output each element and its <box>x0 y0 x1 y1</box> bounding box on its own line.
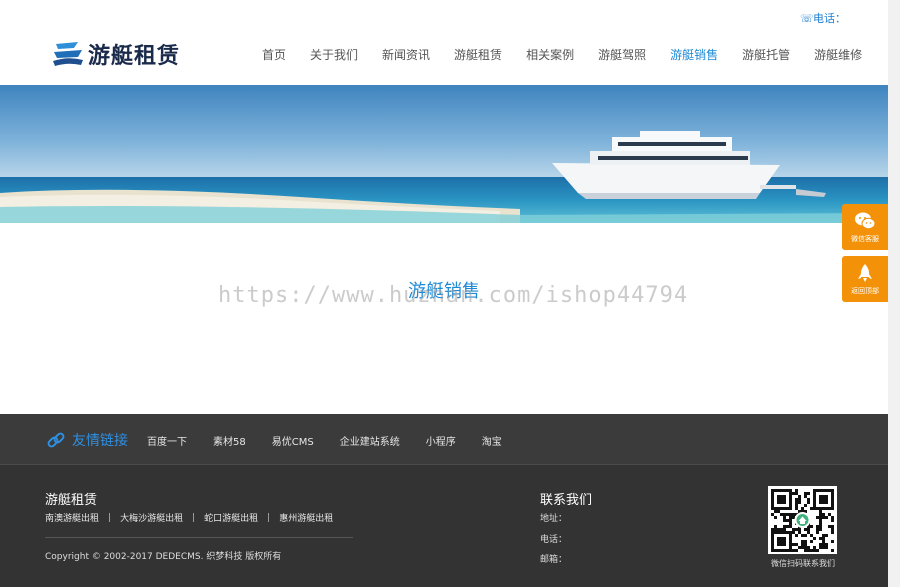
contact-address: 地址： <box>540 514 568 524</box>
phone-info: ☏ 电话： <box>800 10 846 26</box>
footer-link[interactable]: 大梅沙游艇出租 <box>120 511 183 524</box>
nav-item[interactable]: 关于我们 <box>310 46 358 63</box>
nav-item[interactable]: 游艇租赁 <box>454 46 502 63</box>
nav-item[interactable]: 游艇驾照 <box>598 46 646 63</box>
footer-link-separator: | <box>267 512 271 523</box>
footer-link[interactable]: 南澳游艇出租 <box>45 511 99 524</box>
banner-image <box>0 85 888 223</box>
nav-item[interactable]: 相关案例 <box>526 46 574 63</box>
friend-link[interactable]: 素材58 <box>213 433 246 448</box>
friend-link[interactable]: 易优CMS <box>272 433 314 448</box>
qr-label: 微信扫码联系我们 <box>771 559 835 568</box>
friend-link[interactable]: 淘宝 <box>482 433 502 448</box>
header: ☏ 电话： 游艇租赁 首页 关于我们 新闻资讯 游艇租赁 相关案例 游艇驾照 游艇销售 游艇托… <box>0 0 888 85</box>
banner <box>0 85 888 223</box>
nav-item[interactable]: 游艇托管 <box>742 46 790 63</box>
contact-title: 联系我们 <box>540 493 593 508</box>
yacht-logo-icon <box>53 42 83 66</box>
friend-links-header: 友情链接 <box>46 430 128 450</box>
logo-text: 游艇租赁 <box>88 44 181 69</box>
footer: 游艇租赁 南澳游艇出租 | 大梅沙游艇出租 | 蛇口游艇出租 | 惠州游艇出租 Copyri… <box>0 464 888 587</box>
contact-phone: 电话： <box>540 535 568 545</box>
wechat-service-button[interactable]: 微信客服 <box>842 204 888 250</box>
back-to-top-label: 返回顶部 <box>851 287 879 295</box>
friend-links-title: 友情链接 <box>72 433 128 449</box>
chain-link-icon <box>47 432 65 448</box>
footer-link-separator: | <box>192 512 196 523</box>
footer-title: 游艇租赁 <box>45 493 98 508</box>
phone-icon: ☏ <box>800 11 814 25</box>
friend-link[interactable]: 小程序 <box>426 433 456 448</box>
nav-item[interactable]: 游艇维修 <box>814 46 862 63</box>
footer-divider <box>45 537 353 538</box>
friend-link[interactable]: 企业建站系统 <box>340 433 400 448</box>
footer-link-separator: | <box>108 512 112 523</box>
nav-item[interactable]: 新闻资讯 <box>382 46 430 63</box>
friend-link[interactable]: 百度一下 <box>147 433 187 448</box>
page-scrollbar[interactable] <box>888 0 900 587</box>
page: ☏ 电话： 游艇租赁 首页 关于我们 新闻资讯 游艇租赁 相关案例 游艇驾照 游艇销售 游艇托… <box>0 0 888 587</box>
copyright-text: Copyright © 2002-2017 DEDECMS. 织梦科技 版权所有 <box>45 552 282 562</box>
main-nav: 首页 关于我们 新闻资讯 游艇租赁 相关案例 游艇驾照 游艇销售 游艇托管 游艇维修 <box>262 46 886 63</box>
qr-code <box>768 486 837 554</box>
wechat-service-label: 微信客服 <box>851 235 879 243</box>
friend-links-list: 百度一下 素材58 易优CMS 企业建站系统 小程序 淘宝 <box>147 433 528 448</box>
wechat-icon <box>855 212 876 230</box>
nav-item[interactable]: 游艇销售 <box>670 46 718 63</box>
phone-label: 电话： <box>813 12 846 25</box>
watermark-text: https://www.huzhan.com/ishop44794 <box>218 283 689 308</box>
contact-email: 邮箱： <box>540 555 568 565</box>
logo[interactable]: 游艇租赁 <box>52 38 180 70</box>
footer-link[interactable]: 惠州游艇出租 <box>279 511 333 524</box>
rocket-icon <box>858 264 872 282</box>
footer-links: 南澳游艇出租 | 大梅沙游艇出租 | 蛇口游艇出租 | 惠州游艇出租 <box>45 511 333 525</box>
friend-links-bar: 友情链接 百度一下 素材58 易优CMS 企业建站系统 小程序 淘宝 <box>0 414 888 464</box>
back-to-top-button[interactable]: 返回顶部 <box>842 256 888 302</box>
nav-item[interactable]: 首页 <box>262 46 286 63</box>
footer-link[interactable]: 蛇口游艇出租 <box>204 511 258 524</box>
